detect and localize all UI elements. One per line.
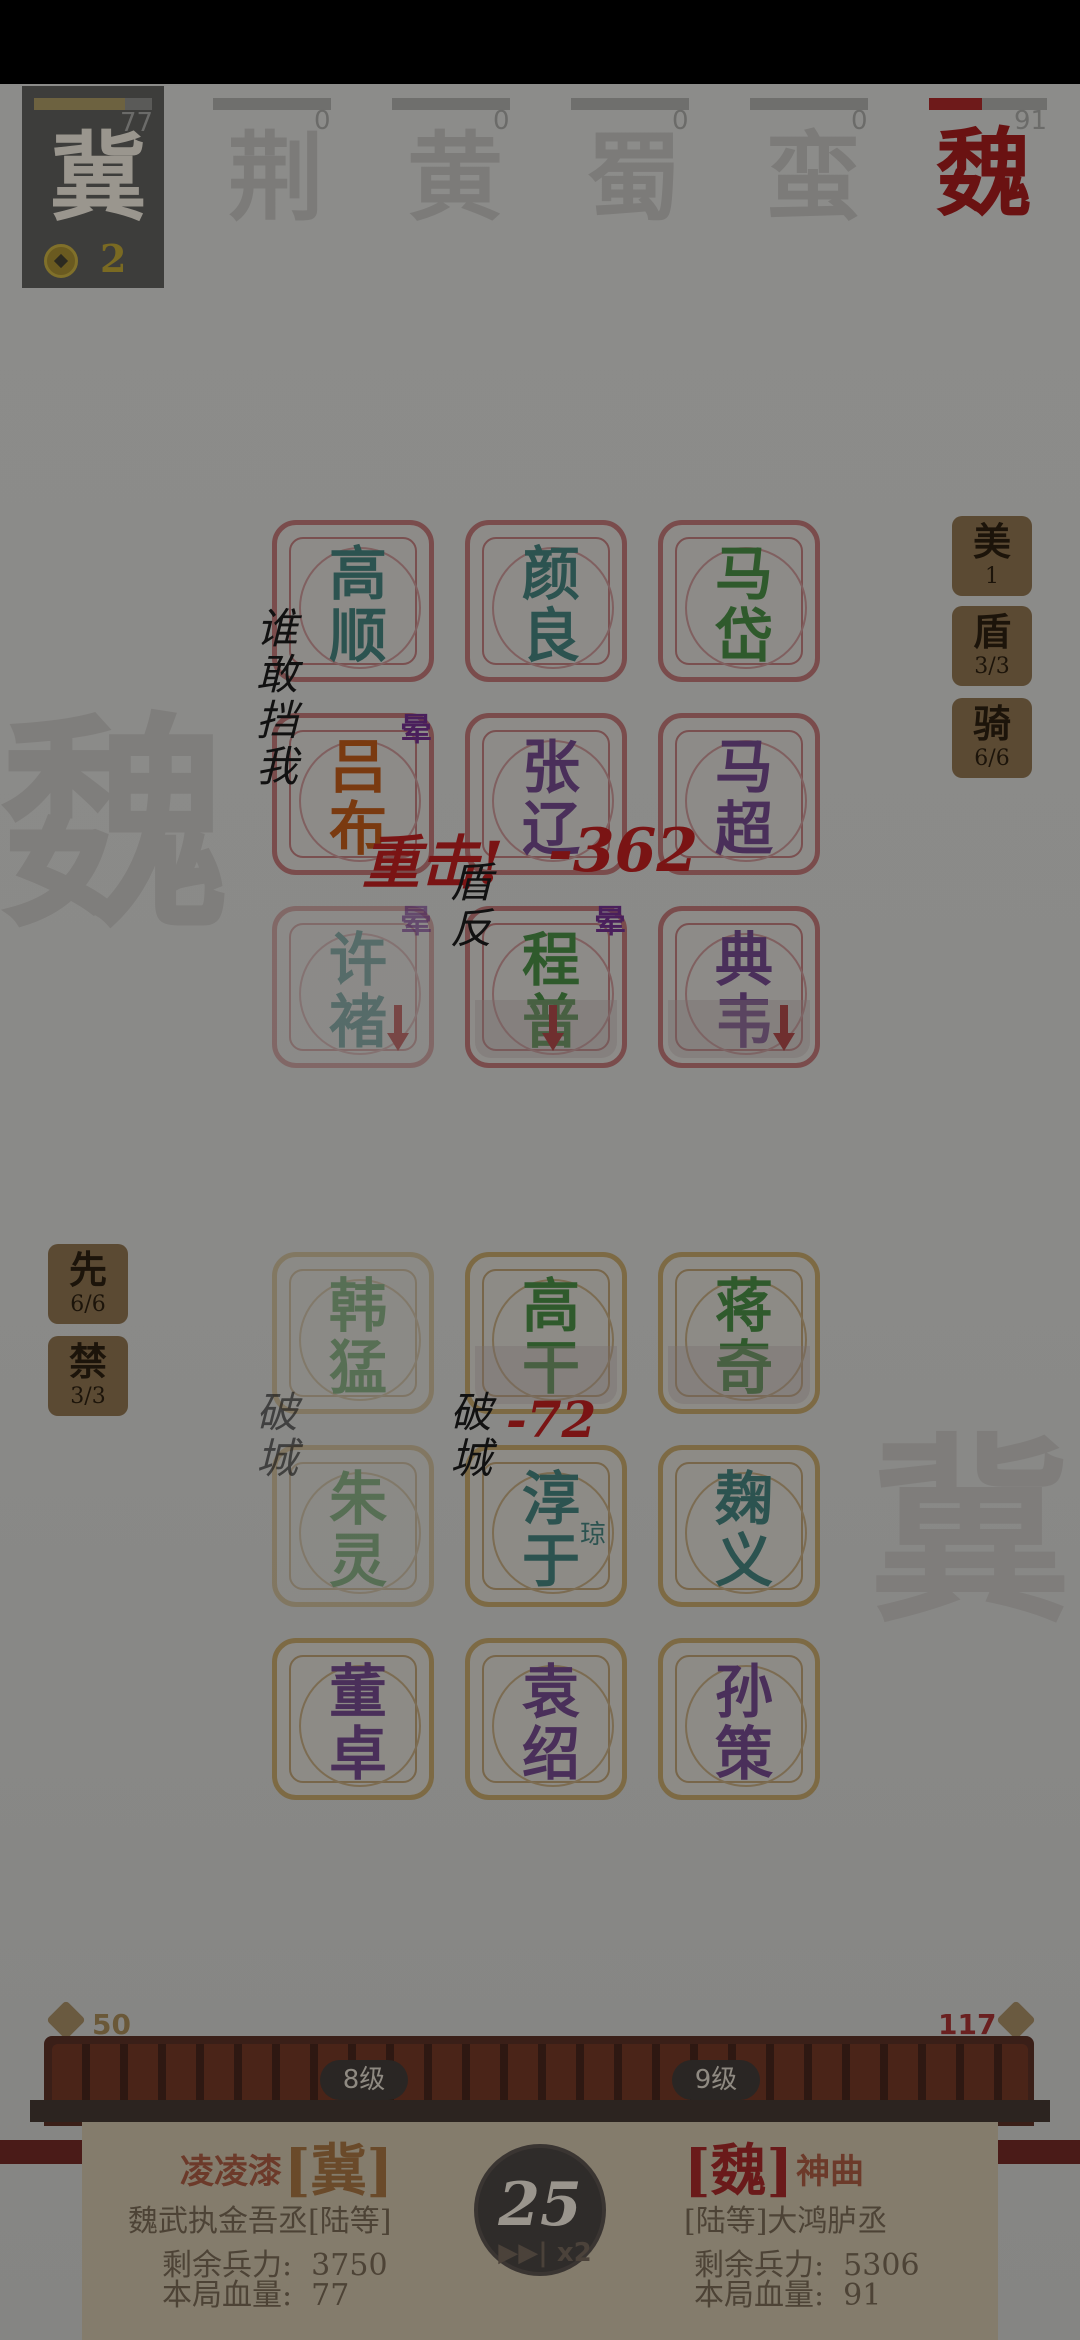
taunt-text: 谁敢挡我: [255, 604, 298, 791]
ally-unit-dongzhuo[interactable]: 董 卓: [272, 1638, 434, 1800]
roof-eave: [30, 2100, 1050, 2122]
unit-name: 颜 良: [521, 540, 580, 670]
left-player-title: 魏武执金吾丞[陆等]: [128, 2204, 392, 2239]
left-ribbon: [0, 2140, 82, 2164]
coin-icon: [44, 244, 78, 278]
badge-value: 6/6: [974, 746, 1010, 771]
debuff-arrow-icon: [773, 1005, 795, 1051]
ally-watermark: 冀: [870, 1415, 1071, 1650]
right-round-hp: 本局血量: 91: [694, 2278, 882, 2313]
ally-unit-yuanshao[interactable]: 袁 绍: [465, 1638, 627, 1800]
unit-name: 淳 于: [521, 1465, 580, 1595]
faction-name: 蛮: [765, 121, 861, 234]
dizzy-label: 晕: [400, 710, 433, 748]
enemy-badge-shield[interactable]: 盾 3/3: [952, 606, 1032, 686]
unit-name: 袁 绍: [521, 1658, 580, 1788]
unit-name: 蒋 奇: [714, 1272, 773, 1402]
badge-value: 6/6: [70, 1292, 106, 1317]
dizzy-label: 晕: [594, 902, 627, 940]
debuff-arrow-icon: [542, 1005, 564, 1051]
coin-count: 2: [100, 236, 127, 281]
faction-name: 黄: [407, 121, 503, 234]
enemy-badge-beauty[interactable]: 美 1: [952, 516, 1032, 596]
unit-name: 麹 义: [714, 1465, 773, 1595]
enemy-unit-yanliang[interactable]: 颜 良: [465, 520, 627, 682]
right-ribbon: [998, 2140, 1080, 2164]
faction-name: 蜀: [586, 121, 682, 234]
unit-name: 孙 策: [714, 1658, 773, 1788]
city-break-text: 破城: [449, 1388, 492, 1483]
badge-value: 1: [985, 564, 999, 589]
enemy-unit-madai[interactable]: 马 岱: [658, 520, 820, 682]
unit-name: 许 褚: [328, 926, 387, 1056]
unit-name: 典 韦: [714, 926, 773, 1056]
ally-unit-sunce[interactable]: 孙 策: [658, 1638, 820, 1800]
faction-name: 冀: [50, 121, 146, 234]
unit-name: 马 岱: [714, 540, 773, 670]
badge-title: 美: [972, 519, 1011, 564]
shield-break-text: 盾反: [449, 858, 492, 953]
right-faction-tag: [魏]: [684, 2138, 793, 2204]
debuff-arrow-icon: [387, 1005, 409, 1051]
badge-title: 先: [68, 1247, 107, 1292]
right-player-name: 神曲: [796, 2152, 864, 2192]
unit-name: 高 干: [521, 1272, 580, 1402]
enemy-unit-dianwei[interactable]: 典 韦: [658, 906, 820, 1068]
crit-damage: -362: [548, 816, 699, 886]
unit-name: 朱 灵: [328, 1465, 387, 1595]
badge-value: 3/3: [974, 654, 1010, 679]
unit-name: 程 普: [521, 926, 580, 1056]
left-faction-tag: [冀]: [284, 2138, 393, 2204]
turn-number: 25: [498, 2170, 582, 2240]
badge-title: 盾: [972, 609, 1011, 654]
right-level-badge: 9级: [672, 2060, 760, 2100]
left-round-hp: 本局血量: 77: [162, 2278, 350, 2313]
left-level-badge: 8级: [320, 2060, 408, 2100]
unit-subtag: 琼: [579, 1520, 606, 1550]
ally-badge-first[interactable]: 先 6/6: [48, 1244, 128, 1324]
ally-badge-ban[interactable]: 禁 3/3: [48, 1336, 128, 1416]
badge-title: 骑: [972, 701, 1011, 746]
unit-name: 高 顺: [328, 540, 387, 670]
status-bar: [0, 0, 1080, 84]
faction-name: 魏: [936, 117, 1032, 230]
ally-unit-jiangqi[interactable]: 蒋 奇: [658, 1252, 820, 1414]
badge-value: 3/3: [70, 1384, 106, 1409]
unit-name: 韩 猛: [328, 1272, 387, 1402]
game-background: [0, 84, 1080, 2340]
enemy-watermark: 魏: [0, 691, 231, 961]
ally-damage: -72: [506, 1390, 597, 1449]
faction-name: 荆: [228, 121, 324, 234]
left-player-name: 凌凌漆: [180, 2152, 282, 2192]
enemy-badge-cavalry[interactable]: 骑 6/6: [952, 698, 1032, 778]
unit-name: 董 卓: [328, 1658, 387, 1788]
ally-unit-quyi[interactable]: 麹 义: [658, 1445, 820, 1607]
dizzy-label: 晕: [400, 902, 433, 940]
speed-toggle-button[interactable]: ▶▶| x2: [490, 2238, 600, 2268]
city-break-text: 破城: [255, 1388, 298, 1483]
right-player-title: [陆等]大鸿胪丞: [684, 2204, 888, 2239]
badge-title: 禁: [68, 1339, 107, 1384]
